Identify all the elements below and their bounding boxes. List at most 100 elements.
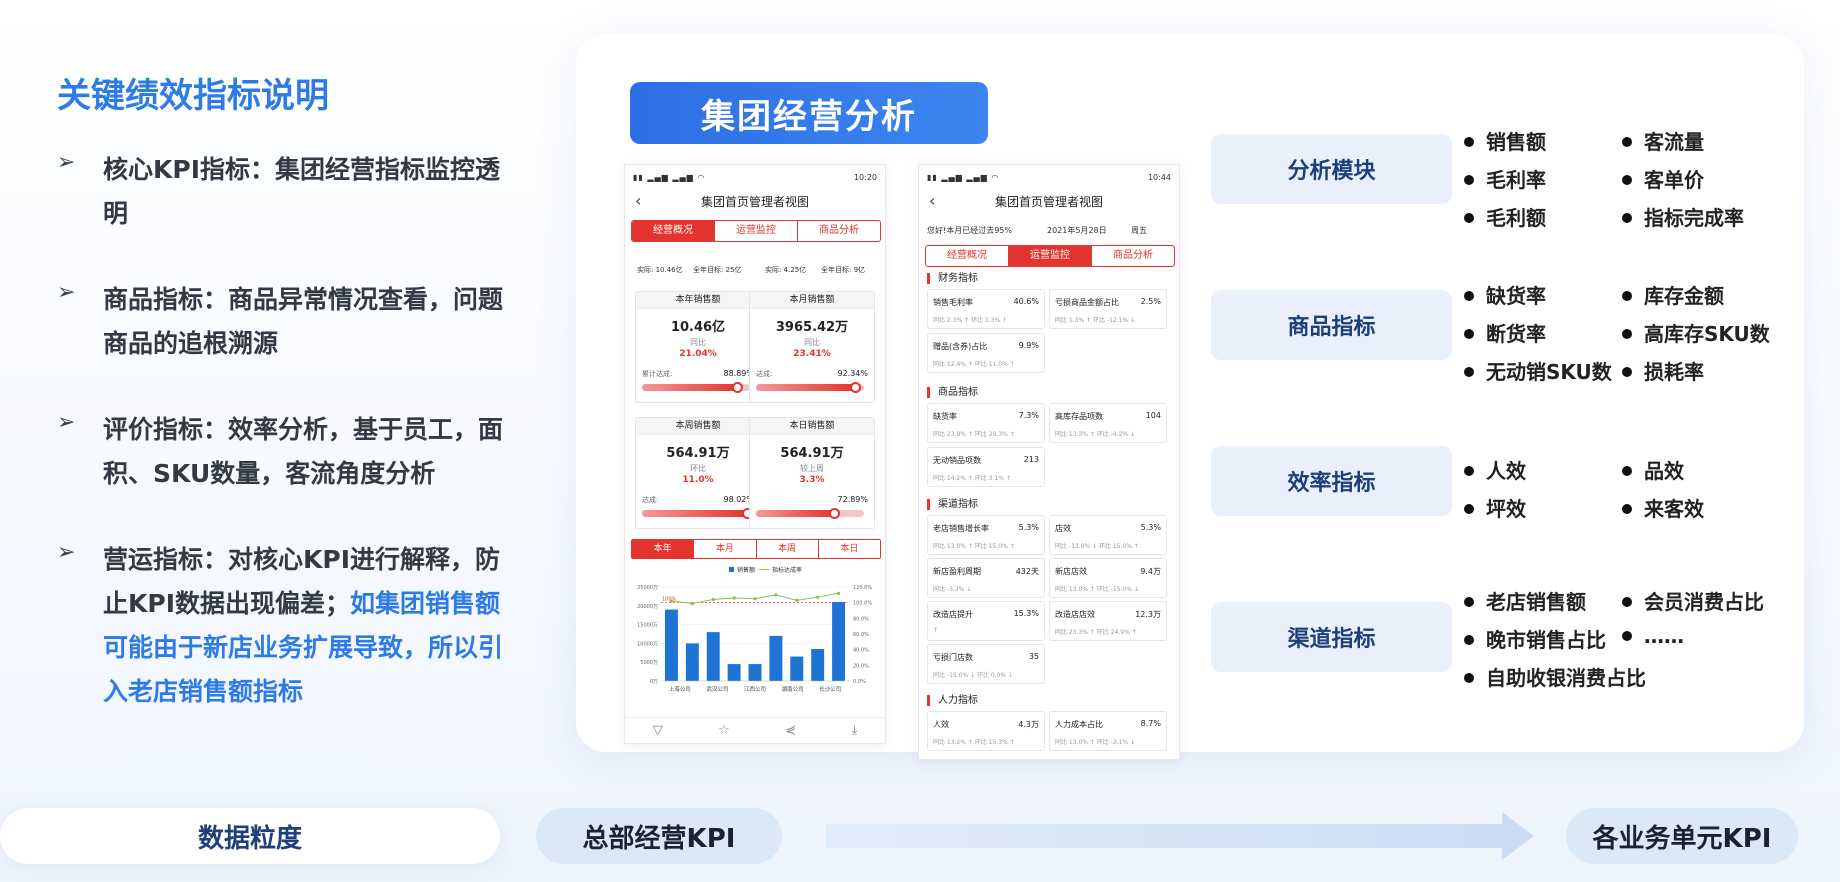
bullet-item: 老店销售额 <box>1464 586 1586 615</box>
metric-cell[interactable]: 高库存品项数 104 同比 13.3% ↑ 环比 -4.2% ↓ <box>1049 403 1167 443</box>
cell-sub: 同比 -3.3% ↓ <box>933 586 972 593</box>
metric-value: 10.46亿 <box>670 320 726 335</box>
metric-box-week[interactable]: 本周销售额 564.91万 环比 11.0% 达成: 98.02% <box>635 417 761 529</box>
metric-cell[interactable]: 新店盈利周期 432天同比 -3.3% ↓ <box>927 558 1045 598</box>
cell-sub: 同比 14.2% ↑ 环比 3.1% ↑ <box>933 475 1011 482</box>
back-icon[interactable]: ‹ <box>635 191 641 210</box>
status-time: 10:44 <box>1147 173 1171 182</box>
cell-sub: 同比 23.3% ↑ 环比 24.9% ↑ <box>1055 629 1137 636</box>
cell-name: 改造店店效 <box>1055 610 1095 619</box>
bullet-dot-icon <box>1464 290 1474 301</box>
cell-value: 5.3% <box>1140 523 1161 532</box>
y-tick-left: 15000万 <box>637 623 658 629</box>
metric-cell[interactable]: 人效 4.3万 同比 13.2% ↑ 环比 15.3% ↑ <box>927 711 1045 751</box>
tab-monitor[interactable]: 运营监控 <box>1009 246 1092 266</box>
bullet-dot-icon <box>1464 212 1474 223</box>
cell-sub: 同比 13.0% ↑ 环比 15.0% ↑ <box>933 543 1015 550</box>
cell-sub: 同比 13.0% ↑ 环比 -2.1% ↓ <box>1055 739 1136 746</box>
star-icon[interactable]: ☆ <box>718 723 730 738</box>
chart-bar <box>748 664 762 681</box>
metric-cell[interactable]: 改造店店效 12.3万 同比 23.3% ↑ 环比 24.9% ↑ <box>1049 601 1167 641</box>
bullet-item: 缺货率 <box>1464 280 1546 309</box>
rate-value: 72.89% <box>837 495 868 504</box>
status-bar: ▮▮ ▂▄▆ ▂▄▆ ◠ 10:44 <box>927 173 1171 187</box>
metric-rate-row: 达成: 92.34% <box>756 369 868 379</box>
tab-product[interactable]: 商品分析 <box>798 221 880 241</box>
cell-name: 缺货率 <box>933 412 957 421</box>
metric-percent: 21.04% <box>679 349 717 359</box>
y-tick-left: 0万 <box>650 679 658 685</box>
chart-point <box>732 596 736 600</box>
chart-point <box>774 593 778 597</box>
tab-product[interactable]: 商品分析 <box>1092 246 1174 266</box>
bullet-item: 来客效 <box>1622 493 1704 522</box>
metric-compare-label: 同比 <box>804 338 820 347</box>
tab-overview[interactable]: 经营概况 <box>632 221 715 241</box>
y-tick-left: 5000万 <box>640 660 658 666</box>
bullet-dot-icon <box>1464 366 1474 377</box>
cell-value: 432天 <box>1015 567 1039 576</box>
metric-cell[interactable]: 缺货率 7.3% 同比 23.9% ↑ 环比 29.3% ↑ <box>927 403 1045 443</box>
cell-value: 4.3万 <box>1018 720 1039 729</box>
bullet-item: 会员消费占比 <box>1622 586 1764 615</box>
filter-icon[interactable]: ▽ <box>653 723 663 738</box>
legend-label-bar: 销售额 <box>737 566 755 574</box>
arrow-bullet-icon: ➢ <box>57 150 76 175</box>
metric-cell[interactable]: 赠品(含券)占比 9.9% 同比 12.4% ↑ 环比 11.0% ↑ <box>927 333 1045 373</box>
metric-title: 本月销售额 <box>750 292 874 309</box>
metric-compare-label: 环比 <box>690 464 706 473</box>
kpi-item-text: 营运指标：对核心KPI进行解释，防止KPI数据出现偏差；如集团销售额可能由于新店… <box>103 538 522 714</box>
rate-label: 达成: <box>756 370 773 378</box>
metric-cell[interactable]: 无动销品项数 213 同比 14.2% ↑ 环比 3.1% ↑ <box>927 447 1045 487</box>
metric-cell[interactable]: 新店店效 9.4万 同比 13.0% ↑ 环比 -15.0% ↓ <box>1049 558 1167 598</box>
bullet-dot-icon <box>1464 465 1474 476</box>
data-granularity-label: 数据粒度 <box>0 808 500 864</box>
arrow-bullet-icon: ➢ <box>57 410 76 435</box>
chart-bar <box>769 635 783 681</box>
signal-icon: ▮▮ ▂▄▆ ▂▄▆ ◠ <box>927 173 1000 182</box>
cell-name: 店效 <box>1055 524 1071 533</box>
metric-value: 564.91万 <box>666 446 730 461</box>
cell-name: 改造店提升 <box>933 610 973 619</box>
download-icon[interactable]: ⤓ <box>852 723 858 738</box>
progress-fill <box>756 510 835 517</box>
signal-icon: ▮▮ ▂▄▆ ▂▄▆ ◠ <box>633 173 706 182</box>
metric-box-month[interactable]: 本月销售额 3965.42万 同比 23.41% 达成: 92.34% <box>749 291 875 403</box>
metric-cell[interactable]: 老店销售增长率 5.3% 同比 13.0% ↑ 环比 15.0% ↑ <box>927 515 1045 555</box>
cell-value: 9.4万 <box>1140 567 1161 576</box>
y-tick-right: 20.0% <box>853 663 869 669</box>
bullet-dot-icon <box>1622 366 1632 377</box>
chart-bar <box>790 656 804 681</box>
metric-cell[interactable]: 人力成本占比 8.7% 同比 13.0% ↑ 环比 -2.1% ↓ <box>1049 711 1167 751</box>
tab-monitor[interactable]: 运营监控 <box>715 221 798 241</box>
y-tick-right: 80.0% <box>853 616 869 622</box>
metric-box-year[interactable]: 本年销售额 10.46亿 同比 21.04% 累计达成: 88.89% <box>635 291 761 403</box>
nav-bar: ‹ 集团首页管理者视图 <box>625 191 885 215</box>
back-icon[interactable]: ‹ <box>929 191 935 210</box>
share-icon[interactable]: ⋞ <box>785 723 796 738</box>
metric-cell[interactable]: 店效 5.3% 同比 -13.0% ↓ 环比 15.0% ↑ <box>1049 515 1167 555</box>
tab-week[interactable]: 本周 <box>757 540 819 558</box>
tab-year[interactable]: 本年 <box>632 540 695 558</box>
metric-cell[interactable]: 亏损商品金额占比 2.5% 同比 1.3% ↑ 环比 -12.1% ↓ <box>1049 289 1167 329</box>
metric-cell[interactable]: 亏损门店数 35 同比 -15.0% ↓ 环比 0.0% ↓ <box>927 644 1045 684</box>
kpi-item-text: 评价指标：效率分析，基于员工，面积、SKU数量，客流角度分析 <box>103 415 504 488</box>
y-tick-left: 20000万 <box>637 604 658 610</box>
bullet-dot-icon <box>1464 503 1474 514</box>
tab-month[interactable]: 本月 <box>694 540 757 558</box>
metric-cell[interactable]: 改造店提升 15.3% ↑ <box>927 601 1045 641</box>
tab-day[interactable]: 本日 <box>819 540 880 558</box>
metric-title: 本年销售额 <box>636 292 760 309</box>
cell-sub: 同比 1.3% ↑ 环比 -12.1% ↓ <box>1055 317 1136 324</box>
cell-sub: 同比 -13.0% ↓ 环比 15.0% ↑ <box>1055 543 1139 550</box>
tab-overview[interactable]: 经营概况 <box>926 246 1009 266</box>
chart-bar <box>811 649 825 681</box>
chart-bar <box>706 632 720 681</box>
chart-point <box>690 601 694 606</box>
metric-cell[interactable]: 销售毛利率 40.6% 同比 2.3% ↑ 环比 1.3% ↑ <box>927 289 1045 329</box>
bullet-item: 断货率 <box>1464 318 1546 347</box>
metric-rate-row: 累计达成: 88.89% <box>642 369 754 379</box>
metric-box-day[interactable]: 本日销售额 564.91万 较上周 3.3% 72.89% <box>749 417 875 529</box>
cell-name: 新店盈利周期 <box>933 567 981 576</box>
rate-label: 累计达成: <box>642 370 673 378</box>
